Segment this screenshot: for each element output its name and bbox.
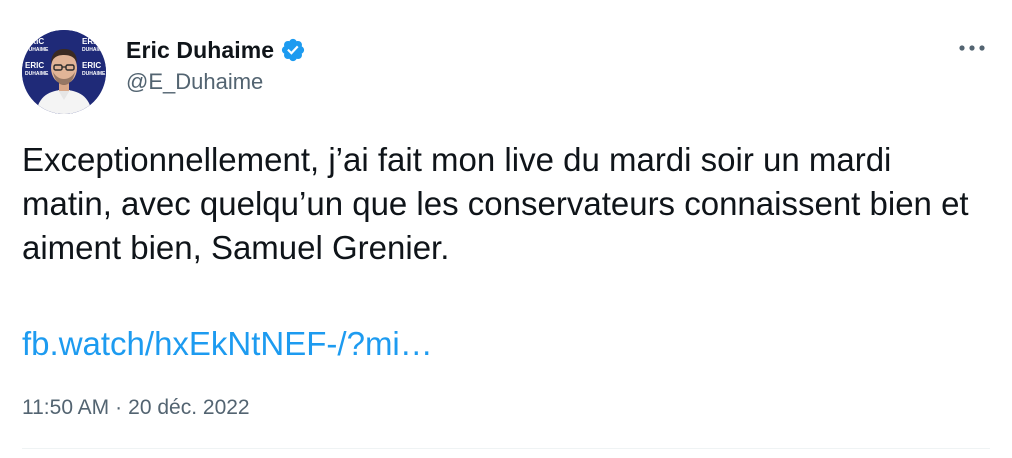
avatar[interactable]: ERIC DUHAIME ERIC DUHAIME ERIC DUHAIME E…: [22, 30, 106, 114]
avatar-image: ERIC DUHAIME ERIC DUHAIME ERIC DUHAIME E…: [22, 30, 106, 114]
author-display-name[interactable]: Eric Duhaime: [126, 37, 274, 64]
svg-text:ERIC: ERIC: [25, 37, 44, 46]
svg-text:ERIC: ERIC: [82, 61, 101, 70]
more-options-button[interactable]: [955, 36, 989, 60]
svg-text:DUHAIME: DUHAIME: [82, 71, 106, 77]
svg-text:ERIC: ERIC: [25, 61, 44, 70]
tweet-date: 20 déc. 2022: [128, 396, 250, 419]
svg-text:DUHAIME: DUHAIME: [82, 47, 106, 53]
verified-badge-icon: [280, 37, 306, 63]
svg-text:DUHAIME: DUHAIME: [25, 47, 49, 53]
svg-text:ERIC: ERIC: [82, 37, 101, 46]
timestamp-separator: ·: [115, 396, 123, 419]
tweet-link[interactable]: fb.watch/hxEkNtNEF-/?mi…: [22, 322, 433, 366]
tweet-text: Exceptionnellement, j’ai fait mon live d…: [22, 141, 978, 266]
author-handle[interactable]: @E_Duhaime: [126, 69, 306, 95]
divider: [22, 448, 990, 449]
svg-text:DUHAIME: DUHAIME: [25, 71, 49, 77]
tweet-card: ERIC DUHAIME ERIC DUHAIME ERIC DUHAIME E…: [0, 0, 1012, 458]
tweet-timestamp[interactable]: 11:50 AM · 20 déc. 2022: [22, 396, 250, 420]
more-options-icon: [959, 45, 985, 51]
tweet-time: 11:50 AM: [22, 396, 110, 419]
author-block: Eric Duhaime @E_Duhaime: [126, 34, 306, 95]
author-name-row: Eric Duhaime: [126, 34, 306, 66]
